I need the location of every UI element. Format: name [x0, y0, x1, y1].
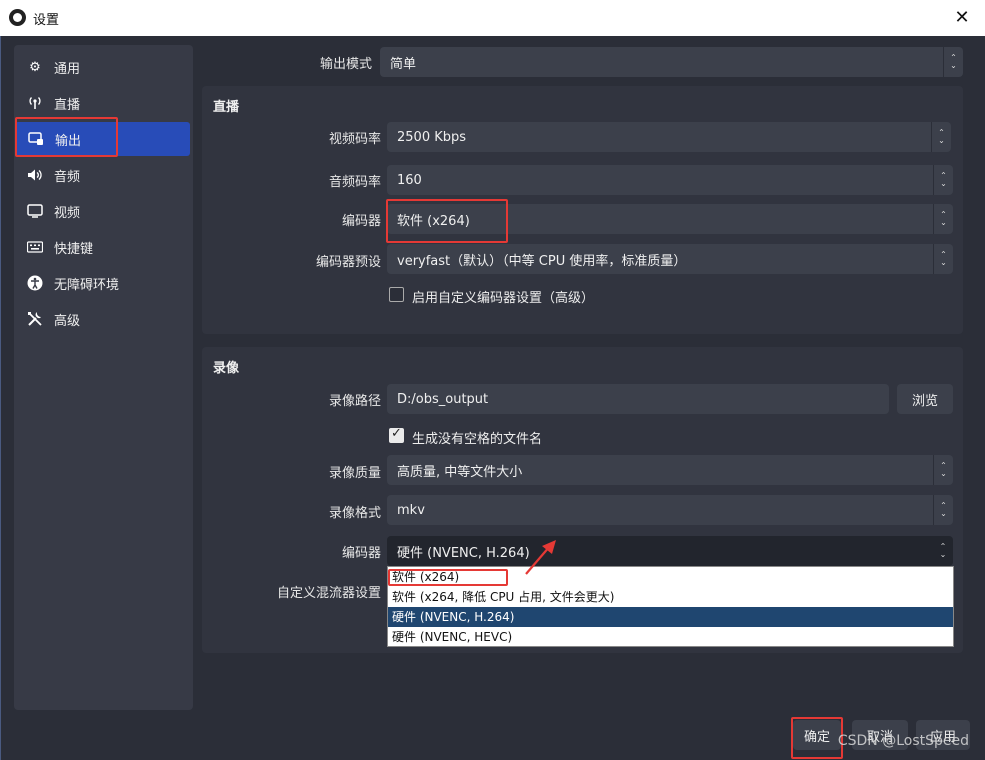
record-format-label: 录像格式	[328, 506, 381, 521]
spin-arrows-icon: ⌃ ⌄	[933, 165, 953, 195]
dropdown-option[interactable]: 软件 (x264, 降低 CPU 占用, 文件会更大)	[388, 587, 953, 607]
record-path-input[interactable]: D:/obs_output	[387, 384, 889, 414]
sidebar-item-general[interactable]: ⚙ 通用	[14, 50, 189, 84]
output-mode-value: 简单	[390, 56, 417, 72]
sidebar-item-output[interactable]: 输出	[15, 122, 190, 156]
record-path-label: 录像路径	[328, 394, 381, 409]
record-quality-select[interactable]: 高质量, 中等文件大小 ⌃ ⌄	[387, 455, 953, 485]
title-bar: 设置 ✕	[0, 0, 985, 36]
stream-encoder-select[interactable]: 软件 (x264) ⌃ ⌄	[387, 204, 953, 234]
video-bitrate-input[interactable]: 2500 Kbps ⌃ ⌄	[387, 122, 951, 152]
record-encoder-select[interactable]: 硬件 (NVENC, H.264) ⌃ ⌄	[387, 536, 953, 566]
record-encoder-label: 编码器	[341, 546, 381, 561]
sidebar-item-stream[interactable]: 直播	[14, 86, 189, 120]
spin-arrows-icon: ⌃ ⌄	[933, 244, 953, 274]
settings-sidebar: ⚙ 通用 直播 输出 音频 视频 快捷键 无障碍环境 高级	[14, 45, 193, 710]
sidebar-item-label: 通用	[54, 61, 81, 77]
sidebar-item-label: 视频	[54, 205, 81, 221]
sidebar-item-accessibility[interactable]: 无障碍环境	[14, 266, 189, 300]
encoder-preset-label: 编码器预设	[315, 255, 381, 270]
muxer-settings-label: 自定义混流器设置	[276, 586, 381, 601]
keyboard-icon	[26, 238, 44, 256]
record-quality-value: 高质量, 中等文件大小	[397, 464, 523, 480]
spin-arrows-icon: ⌃ ⌄	[933, 455, 953, 485]
gear-icon: ⚙	[29, 59, 41, 75]
record-encoder-value: 硬件 (NVENC, H.264)	[397, 545, 530, 561]
sidebar-item-label: 快捷键	[54, 241, 94, 257]
output-icon	[27, 130, 45, 148]
speaker-icon	[26, 166, 44, 184]
watermark-text: CSDN @LostSpeed	[837, 733, 969, 749]
dropdown-option[interactable]: 硬件 (NVENC, HEVC)	[388, 627, 953, 647]
custom-encoder-checkbox[interactable]	[389, 287, 404, 302]
spin-arrows-icon[interactable]: ⌃ ⌄	[931, 122, 951, 152]
record-path-value: D:/obs_output	[397, 391, 489, 407]
spin-arrows-icon: ⌃ ⌄	[933, 204, 953, 234]
streaming-group-title: 直播	[213, 100, 240, 115]
record-format-value: mkv	[397, 502, 425, 518]
stream-encoder-value: 软件 (x264)	[397, 213, 470, 229]
spin-arrows-icon: ⌃ ⌄	[939, 542, 947, 559]
spin-arrows-icon: ⌃ ⌄	[943, 47, 963, 77]
video-bitrate-value: 2500 Kbps	[397, 129, 467, 145]
sidebar-item-advanced[interactable]: 高级	[14, 302, 189, 336]
sidebar-item-label: 高级	[54, 313, 81, 329]
monitor-icon	[26, 202, 44, 220]
sidebar-item-audio[interactable]: 音频	[14, 158, 189, 192]
antenna-icon	[26, 94, 44, 112]
sidebar-item-label: 无障碍环境	[54, 277, 120, 293]
browse-button[interactable]: 浏览	[897, 384, 953, 414]
record-quality-label: 录像质量	[328, 466, 381, 481]
sidebar-item-label: 输出	[55, 133, 82, 149]
encoder-preset-select[interactable]: veryfast（默认）（中等 CPU 使用率，标准质量） ⌃ ⌄	[387, 244, 953, 274]
audio-bitrate-label: 音频码率	[328, 175, 381, 190]
encoder-preset-value: veryfast（默认）（中等 CPU 使用率，标准质量）	[397, 253, 687, 269]
dropdown-option-selected[interactable]: 硬件 (NVENC, H.264)	[388, 607, 953, 627]
encoder-dropdown-list: 软件 (x264) 软件 (x264, 降低 CPU 占用, 文件会更大) 硬件…	[387, 566, 954, 647]
tools-icon	[26, 310, 44, 328]
close-icon[interactable]: ✕	[947, 3, 977, 33]
annotation-arrow-icon	[525, 540, 556, 575]
dropdown-option[interactable]: 软件 (x264)	[388, 567, 953, 587]
accessibility-icon	[26, 274, 44, 292]
window-title: 设置	[33, 13, 60, 28]
no-space-filename-checkbox[interactable]	[389, 426, 404, 443]
sidebar-item-hotkeys[interactable]: 快捷键	[14, 230, 189, 264]
video-bitrate-label: 视频码率	[328, 132, 381, 147]
recording-group-title: 录像	[213, 361, 240, 376]
audio-bitrate-value: 160	[397, 172, 422, 188]
output-mode-label: 输出模式	[319, 57, 372, 72]
obs-logo-icon	[9, 9, 26, 26]
stream-encoder-label: 编码器	[341, 214, 381, 229]
sidebar-item-video[interactable]: 视频	[14, 194, 189, 228]
sidebar-item-label: 音频	[54, 169, 81, 185]
spin-arrows-icon: ⌃ ⌄	[933, 495, 953, 525]
record-format-select[interactable]: mkv ⌃ ⌄	[387, 495, 953, 525]
sidebar-item-label: 直播	[54, 97, 81, 113]
custom-encoder-label: 启用自定义编码器设置（高级）	[412, 291, 595, 306]
ok-button[interactable]: 确定	[793, 720, 841, 750]
no-space-filename-label: 生成没有空格的文件名	[412, 432, 543, 447]
audio-bitrate-select[interactable]: 160 ⌃ ⌄	[387, 165, 953, 195]
output-mode-select[interactable]: 简单 ⌃ ⌄	[380, 47, 963, 77]
